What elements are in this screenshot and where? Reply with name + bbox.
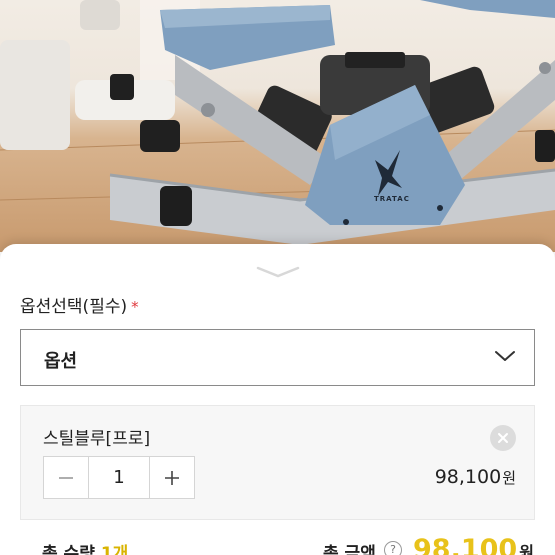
option-select-label: 옵션선택(필수) * xyxy=(20,292,139,317)
option-price: 98,100원 xyxy=(435,466,516,488)
remove-option-button[interactable] xyxy=(490,425,516,451)
product-photo: TRATAC xyxy=(0,0,555,252)
order-summary: 총 수량 1개 총 금액 ? 98,100 원 xyxy=(0,534,555,555)
option-price-currency: 원 xyxy=(502,469,516,487)
selected-option-name: 스틸블루[프로] xyxy=(43,429,151,449)
total-amount-label: 총 금액 xyxy=(323,544,376,555)
help-icon[interactable]: ? xyxy=(384,541,402,555)
total-amount-value: 98,100 xyxy=(413,534,518,555)
option-dropdown[interactable]: 옵션 xyxy=(20,329,535,386)
total-amount-currency: 원 xyxy=(519,543,534,555)
quantity-stepper: 1 xyxy=(43,456,195,499)
option-select-label-text: 옵션선택(필수) xyxy=(20,297,128,317)
stepper-machine-illustration: TRATAC xyxy=(0,0,555,245)
total-amount: 98,100 원 xyxy=(413,534,534,555)
chevron-down-icon xyxy=(495,351,515,361)
increase-quantity-button[interactable] xyxy=(150,457,194,498)
required-mark: * xyxy=(131,298,139,316)
option-price-value: 98,100 xyxy=(434,466,502,488)
close-icon xyxy=(498,433,508,443)
selected-option-card: 스틸블루[프로] 1 98,100원 xyxy=(20,405,535,520)
quantity-input[interactable]: 1 xyxy=(88,457,150,498)
brand-logo-text: TRATAC xyxy=(374,195,410,203)
total-quantity: 총 수량 1개 xyxy=(42,539,128,555)
plus-icon xyxy=(165,471,179,485)
minus-icon xyxy=(59,477,73,479)
decrease-quantity-button[interactable] xyxy=(44,457,88,498)
sheet-collapse-chevron-icon[interactable] xyxy=(254,265,302,279)
total-quantity-value: 1개 xyxy=(100,544,129,555)
total-quantity-label: 총 수량 xyxy=(42,544,95,555)
option-dropdown-value: 옵션 xyxy=(44,351,78,372)
